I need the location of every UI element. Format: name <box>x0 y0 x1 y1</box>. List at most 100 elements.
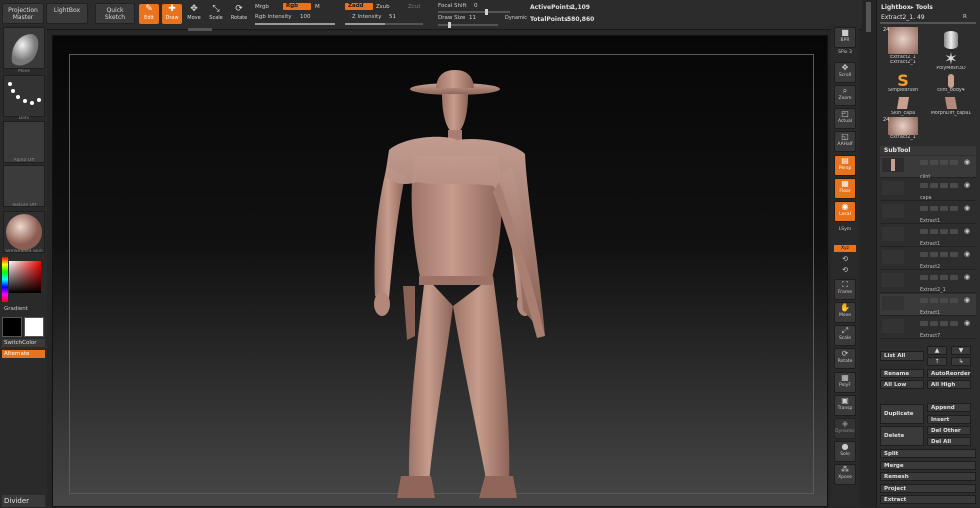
actual-button[interactable]: ◰ Actual <box>834 108 856 129</box>
eye-icon[interactable]: ◉ <box>964 273 970 281</box>
tool-palette-title[interactable]: Lightbox▸ Tools <box>881 4 933 11</box>
alternate-button[interactable]: Alternate <box>2 350 45 358</box>
move-view-label: Move <box>838 313 852 318</box>
scale-view-button[interactable]: ⤢ Scale <box>834 325 856 346</box>
divider-button[interactable]: Divider <box>2 495 45 507</box>
rotate-y-icon[interactable]: ⟲ <box>833 255 857 263</box>
zoom-button[interactable]: ⌕ Zoom <box>834 85 856 106</box>
projection-master-button[interactable]: Projection Master <box>2 3 44 24</box>
eye-icon[interactable]: ◉ <box>964 204 970 212</box>
rename-button[interactable]: Rename <box>880 369 924 378</box>
subtool-title: SubTool <box>884 147 911 154</box>
lightbox-button[interactable]: LightBox <box>46 3 88 24</box>
switch-color-button[interactable]: SwitchColor <box>2 339 45 347</box>
aahalf-button[interactable]: ◱ AAHalf <box>834 131 856 152</box>
dynamic-toggle[interactable]: Dynamic <box>505 15 527 21</box>
eye-icon[interactable]: ◉ <box>964 227 970 235</box>
remesh-button[interactable]: Remesh <box>880 472 976 481</box>
dynamic-button[interactable]: ◈ Dynamic <box>834 418 856 439</box>
gradient-label[interactable]: Gradient <box>2 305 45 313</box>
r-button[interactable]: R <box>963 14 967 20</box>
saturation-square[interactable] <box>9 261 41 293</box>
panel-scroll-strip[interactable] <box>862 0 874 507</box>
duplicate-button[interactable]: Duplicate <box>880 404 924 424</box>
polyf-button[interactable]: ▦ PolyF <box>834 372 856 393</box>
rgb-intensity-label: Rgb Intensity <box>255 14 292 20</box>
bpr-button[interactable]: ■ BPR <box>834 27 856 48</box>
rgb-toggle[interactable]: Rgb <box>283 3 311 10</box>
move-down-button[interactable]: ▼ <box>951 346 971 355</box>
bpr-icon: ■ <box>841 28 849 37</box>
m-toggle[interactable]: M <box>315 4 320 10</box>
merge-button[interactable]: Merge <box>880 461 976 470</box>
eye-icon[interactable]: ◉ <box>964 319 970 327</box>
brush-thumbnail[interactable] <box>3 27 45 69</box>
xyz-button[interactable]: Xyz <box>834 245 856 252</box>
zadd-toggle[interactable]: Zadd <box>345 3 373 10</box>
move-view-button[interactable]: ✋ Move <box>834 302 856 323</box>
move-down-arrow-button[interactable]: ↳ <box>951 357 971 366</box>
move-tool-button[interactable]: ✥ Move <box>184 4 204 24</box>
color-picker[interactable] <box>2 257 45 302</box>
zsub-toggle[interactable]: Zsub <box>376 4 390 10</box>
split-button[interactable]: Split <box>880 449 976 458</box>
solo-button[interactable]: ● Solo <box>834 441 856 462</box>
hue-strip[interactable] <box>2 257 8 302</box>
eye-icon[interactable]: ◉ <box>964 296 970 304</box>
project-button[interactable]: Project <box>880 484 976 493</box>
panel-scroll-thumb[interactable] <box>866 2 871 32</box>
all-high-button[interactable]: All High <box>927 380 971 389</box>
texture-thumbnail[interactable] <box>3 165 45 207</box>
move-up-arrow-button[interactable]: ↑ <box>927 357 947 366</box>
del-all-button[interactable]: Del All <box>927 437 971 446</box>
scale-tool-button[interactable]: ⤡ Scale <box>206 4 226 24</box>
xpose-button[interactable]: ⁂ Xpose <box>834 464 856 485</box>
alpha-thumbnail[interactable] <box>3 121 45 163</box>
canvas-scroll-indicator[interactable] <box>188 28 212 31</box>
transp-button[interactable]: ▣ Transp <box>834 395 856 416</box>
eye-icon[interactable]: ◉ <box>964 181 970 189</box>
append-button[interactable]: Append <box>927 403 971 412</box>
all-low-button[interactable]: All Low <box>880 380 924 389</box>
rgb-intensity-value: 100 <box>300 14 311 20</box>
eye-icon[interactable]: ◉ <box>964 158 970 166</box>
del-other-button[interactable]: Del Other <box>927 426 971 435</box>
primary-color-swatch[interactable] <box>24 317 44 337</box>
secondary-color-swatch[interactable] <box>2 317 22 337</box>
local-button[interactable]: ◉ Local <box>834 201 856 222</box>
scroll-button[interactable]: ✥ Scroll <box>834 62 856 83</box>
rotate-tool-button[interactable]: ⟳ Rotate <box>229 4 249 24</box>
z-intensity-slider[interactable] <box>345 23 423 25</box>
draw-size-slider[interactable] <box>438 22 498 28</box>
floor-button[interactable]: ▦ Floor <box>834 178 856 199</box>
extract-button[interactable]: Extract <box>880 495 976 504</box>
tool-thumb-extract2-1-b[interactable]: Extract2_1 <box>879 52 927 72</box>
frame-button[interactable]: ⛶ Frame <box>834 279 856 300</box>
rgb-intensity-slider[interactable] <box>255 23 335 25</box>
insert-button[interactable]: Insert <box>927 415 971 424</box>
persp-button[interactable]: ▤ Persp <box>834 155 856 176</box>
zcut-toggle[interactable]: Zcut <box>408 4 420 10</box>
material-thumbnail[interactable] <box>3 211 45 253</box>
autoreorder-button[interactable]: AutoReorder <box>927 369 971 378</box>
lsym-button[interactable]: LSym <box>833 227 857 232</box>
move-up-button[interactable]: ▲ <box>927 346 947 355</box>
delete-button[interactable]: Delete <box>880 426 924 446</box>
subtool-name[interactable]: Extract7 <box>920 334 940 339</box>
canvas-viewport[interactable] <box>52 35 828 507</box>
edit-tool-button[interactable]: ✎ Edit <box>139 4 159 24</box>
mrgb-toggle[interactable]: Mrgb <box>255 4 269 10</box>
stroke-thumbnail[interactable] <box>3 75 45 117</box>
focal-shift-slider[interactable] <box>438 9 510 15</box>
tool-slider[interactable] <box>880 22 976 24</box>
draw-tool-button[interactable]: ✚ Draw <box>162 4 182 24</box>
cowboy-sculpt-model[interactable] <box>53 36 829 508</box>
subtool-header[interactable]: SubTool <box>880 146 976 155</box>
tool-thumb-morphdiff-capa1[interactable]: MorphDiff_capa1 <box>927 95 975 131</box>
eye-icon[interactable]: ◉ <box>964 250 970 258</box>
quick-sketch-button[interactable]: Quick Sketch <box>95 3 135 24</box>
subtool-preview <box>882 250 904 264</box>
rotate-z-icon[interactable]: ⟲ <box>833 266 857 274</box>
list-all-button[interactable]: List All <box>880 351 924 361</box>
rotate-view-button[interactable]: ⟳ Rotate <box>834 348 856 369</box>
